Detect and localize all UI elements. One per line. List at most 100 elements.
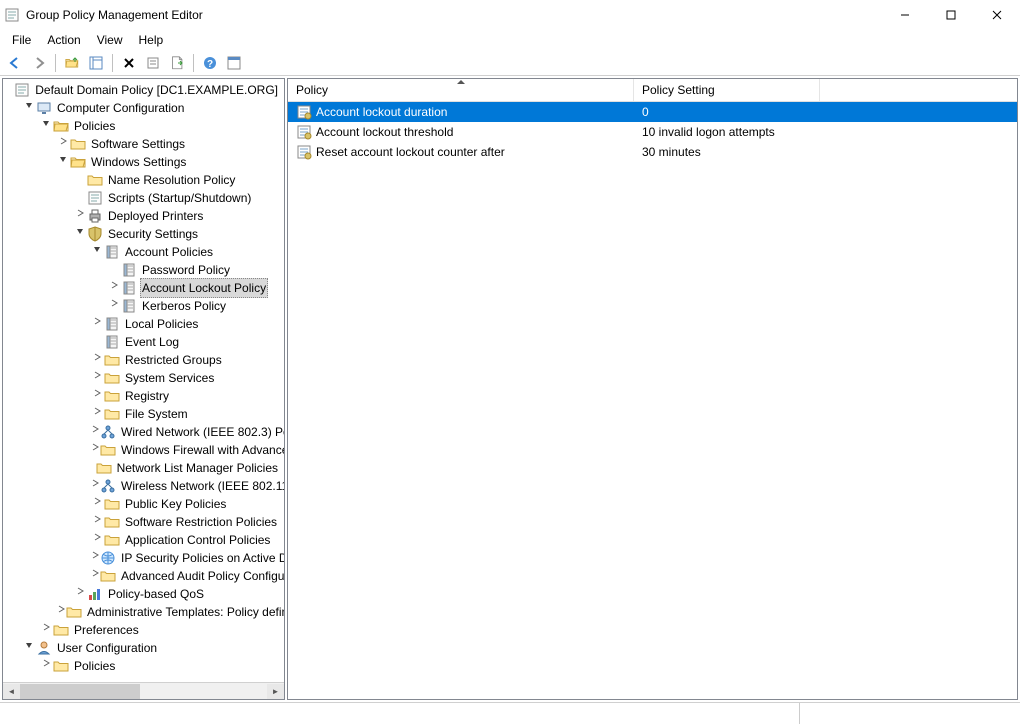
collapse-icon[interactable] <box>22 99 36 117</box>
tree-item[interactable]: Preferences <box>5 621 284 639</box>
tree-item[interactable]: Wired Network (IEEE 802.3) Policies <box>5 423 284 441</box>
collapse-icon[interactable] <box>73 225 87 243</box>
tree-item[interactable]: File System <box>5 405 284 423</box>
tree-item[interactable]: Event Log <box>5 333 284 351</box>
tree-item[interactable]: Advanced Audit Policy Configuration <box>5 567 284 585</box>
menu-file[interactable]: File <box>4 31 39 49</box>
up-button[interactable] <box>61 52 83 74</box>
expand-icon[interactable] <box>90 369 104 387</box>
collapse-icon[interactable] <box>22 639 36 657</box>
menu-view[interactable]: View <box>89 31 131 49</box>
tree-item[interactable]: Account Policies <box>5 243 284 261</box>
tree-item[interactable]: Wireless Network (IEEE 802.11) Policies <box>5 477 284 495</box>
minimize-button[interactable] <box>882 0 928 30</box>
tree-item[interactable]: Restricted Groups <box>5 351 284 369</box>
scroll-thumb[interactable] <box>20 684 140 699</box>
tree-item[interactable]: Policies <box>5 117 284 135</box>
tree-item[interactable]: System Services <box>5 369 284 387</box>
expand-icon[interactable] <box>73 207 87 225</box>
folder-icon <box>104 388 120 404</box>
collapse-icon[interactable] <box>39 117 53 135</box>
expand-icon[interactable] <box>90 315 104 333</box>
tree-item[interactable]: Kerberos Policy <box>5 297 284 315</box>
list-row[interactable]: Account lockout duration0 <box>288 102 1017 122</box>
tree-scroll[interactable]: Default Domain Policy [DC1.EXAMPLE.ORG]C… <box>3 79 284 682</box>
tree-item[interactable]: Local Policies <box>5 315 284 333</box>
network-icon <box>100 478 116 494</box>
expand-icon[interactable] <box>90 423 100 441</box>
tree-item[interactable]: Policy-based QoS <box>5 585 284 603</box>
tree-item[interactable]: Scripts (Startup/Shutdown) <box>5 189 284 207</box>
expand-icon[interactable] <box>90 495 104 513</box>
tree-panel: Default Domain Policy [DC1.EXAMPLE.ORG]C… <box>2 78 285 700</box>
expand-icon[interactable] <box>90 387 104 405</box>
tree-item[interactable]: Security Settings <box>5 225 284 243</box>
tree-item[interactable]: Software Restriction Policies <box>5 513 284 531</box>
filter-button[interactable] <box>223 52 245 74</box>
back-button[interactable] <box>4 52 26 74</box>
collapse-icon[interactable] <box>56 153 70 171</box>
expand-icon[interactable] <box>90 531 104 549</box>
tree-item-label: Registry <box>123 387 171 405</box>
folder-icon <box>96 460 112 476</box>
forward-button[interactable] <box>28 52 50 74</box>
close-button[interactable] <box>974 0 1020 30</box>
expand-icon[interactable] <box>56 603 66 621</box>
maximize-button[interactable] <box>928 0 974 30</box>
expand-icon[interactable] <box>90 441 100 459</box>
tree-item[interactable]: Policies <box>5 657 284 675</box>
show-hide-tree-button[interactable] <box>85 52 107 74</box>
expand-icon[interactable] <box>107 279 121 297</box>
tree-item[interactable]: Name Resolution Policy <box>5 171 284 189</box>
column-header-policy[interactable]: Policy <box>288 79 634 101</box>
tree-item[interactable]: Password Policy <box>5 261 284 279</box>
expand-icon[interactable] <box>39 621 53 639</box>
help-button[interactable]: ? <box>199 52 221 74</box>
tree-item[interactable]: Windows Firewall with Advanced Security <box>5 441 284 459</box>
delete-button[interactable] <box>118 52 140 74</box>
list-row[interactable]: Reset account lockout counter after30 mi… <box>288 142 1017 162</box>
tree-item[interactable]: Account Lockout Policy <box>5 279 284 297</box>
list-body[interactable]: Account lockout duration0Account lockout… <box>288 102 1017 699</box>
book-icon <box>104 334 120 350</box>
horizontal-scrollbar[interactable]: ◄ ► <box>3 682 284 699</box>
expand-icon[interactable] <box>90 405 104 423</box>
collapse-icon[interactable] <box>90 243 104 261</box>
policy-name-label: Account lockout threshold <box>316 125 453 139</box>
tree-item[interactable]: Deployed Printers <box>5 207 284 225</box>
tree-item[interactable]: Network List Manager Policies <box>5 459 284 477</box>
expand-icon[interactable] <box>107 297 121 315</box>
scroll-right-button[interactable]: ► <box>267 684 284 699</box>
expand-icon[interactable] <box>90 513 104 531</box>
tree-item[interactable]: Computer Configuration <box>5 99 284 117</box>
folder-icon <box>100 568 116 584</box>
tree-item[interactable]: Default Domain Policy [DC1.EXAMPLE.ORG] <box>5 81 284 99</box>
tree-item[interactable]: Public Key Policies <box>5 495 284 513</box>
tree-item[interactable]: Registry <box>5 387 284 405</box>
list-row[interactable]: Account lockout threshold10 invalid logo… <box>288 122 1017 142</box>
expand-icon[interactable] <box>39 657 53 675</box>
folder-icon <box>53 658 69 674</box>
folder-icon <box>87 172 103 188</box>
tree-item[interactable]: Windows Settings <box>5 153 284 171</box>
expand-icon[interactable] <box>73 585 87 603</box>
list-panel: Policy Policy Setting Account lockout du… <box>287 78 1018 700</box>
tree-item[interactable]: Application Control Policies <box>5 531 284 549</box>
menu-help[interactable]: Help <box>131 31 172 49</box>
scroll-track[interactable] <box>20 684 267 699</box>
scroll-left-button[interactable]: ◄ <box>3 684 20 699</box>
column-header-setting[interactable]: Policy Setting <box>634 79 820 101</box>
expand-icon[interactable] <box>90 549 100 567</box>
tree-item[interactable]: User Configuration <box>5 639 284 657</box>
tree-item[interactable]: Administrative Templates: Policy definit… <box>5 603 284 621</box>
properties-button[interactable] <box>142 52 164 74</box>
expand-icon[interactable] <box>90 477 100 495</box>
expand-icon[interactable] <box>90 351 104 369</box>
export-button[interactable] <box>166 52 188 74</box>
expand-icon[interactable] <box>56 135 70 153</box>
window-title: Group Policy Management Editor <box>26 8 882 22</box>
tree-item[interactable]: IP Security Policies on Active Directory <box>5 549 284 567</box>
expand-icon[interactable] <box>90 567 100 585</box>
menu-action[interactable]: Action <box>39 31 88 49</box>
tree-item[interactable]: Software Settings <box>5 135 284 153</box>
